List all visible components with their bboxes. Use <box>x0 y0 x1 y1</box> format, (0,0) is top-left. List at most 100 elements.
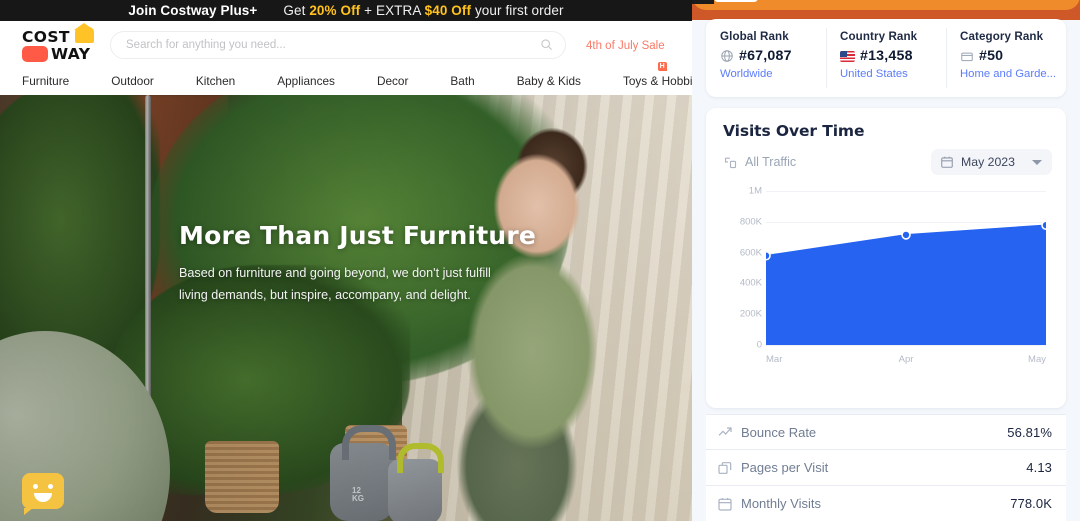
chat-smiley-eye-left-icon <box>33 484 38 489</box>
all-traffic-label: All Traffic <box>745 155 797 169</box>
hero-text-block: More Than Just Furniture Based on furnit… <box>179 221 579 306</box>
country-rank-value: #13,458 <box>860 48 913 64</box>
search-input[interactable] <box>110 30 566 59</box>
briefcase-icon <box>961 52 973 62</box>
nav-item-furniture[interactable]: Furniture <box>22 74 69 88</box>
promo-tail-text: your first order <box>474 3 564 18</box>
fourth-of-july-sale-link[interactable]: 4th of July Sale <box>586 40 665 52</box>
site-header: COST WAY 4th of July Sale H Furniture Ou… <box>0 21 692 95</box>
promo-get-word: Get <box>283 3 306 18</box>
visits-over-time-card: Visits Over Time All Traffic May 2023 0 … <box>706 108 1066 408</box>
hero-title: More Than Just Furniture <box>179 221 537 250</box>
hero-overlay-veil <box>0 95 692 521</box>
date-range-dropdown[interactable]: May 2023 <box>930 149 1052 175</box>
chart-x-tick-label: Mar <box>766 354 783 365</box>
pages-icon <box>714 460 736 476</box>
global-rank-link[interactable]: Worldwide <box>720 68 826 80</box>
chart-y-tick-label: 200K <box>739 308 762 320</box>
promo-40-off: $40 Off <box>424 3 472 18</box>
global-rank-label: Global Rank <box>720 30 789 43</box>
global-rank-column[interactable]: Global Rank #67,087 Worldwide <box>706 19 826 97</box>
hero-subtitle: Based on furniture and going beyond, we … <box>179 262 579 306</box>
metric-value-bounce-rate: 56.81% <box>1007 424 1052 440</box>
costway-logo[interactable]: COST WAY <box>22 22 96 63</box>
traffic-source-icon <box>724 157 737 168</box>
trend-arrow-icon <box>714 424 736 440</box>
metric-row-bounce-rate[interactable]: Bounce Rate 56.81% <box>706 414 1066 450</box>
category-nav: Furniture Outdoor Kitchen Appliances Dec… <box>0 68 692 94</box>
visits-area-chart: 0 200K 400K 600K 800K 1M Mar Apr May <box>718 186 1054 369</box>
hero-subtitle-line1: Based on furniture and going beyond, we … <box>179 266 491 280</box>
panel-top-dark-edge <box>692 0 714 4</box>
date-range-value: May 2023 <box>960 155 1015 169</box>
header-top-row: COST WAY 4th of July Sale H <box>0 21 692 71</box>
logo-red-block-icon <box>22 45 48 62</box>
all-traffic-selector[interactable]: All Traffic <box>723 155 796 170</box>
website-viewport: Join Costway Plus+ Get 20% Off + EXTRA $… <box>0 0 692 521</box>
chart-x-tick-label: May <box>1028 354 1046 365</box>
globe-icon <box>721 50 733 62</box>
us-flag-icon <box>840 50 855 62</box>
category-rank-value-row: #50 <box>960 48 1066 64</box>
nav-item-appliances[interactable]: Appliances <box>277 74 335 88</box>
category-rank-link[interactable]: Home and Garde... <box>960 68 1066 80</box>
metric-row-pages-per-visit[interactable]: Pages per Visit 4.13 <box>706 450 1066 486</box>
chart-y-tick-label: 0 <box>756 339 762 351</box>
similarweb-extension-panel: Global Rank #67,087 Worldwide Country Ra… <box>692 0 1080 521</box>
search-container <box>110 30 566 59</box>
country-rank-value-row: #13,458 <box>840 48 946 64</box>
promo-20-off: 20% Off <box>309 3 361 18</box>
nav-item-kitchen[interactable]: Kitchen <box>196 74 235 88</box>
promo-offer-text: Get 20% Off + EXTRA $40 Off your first o… <box>283 3 563 18</box>
nav-item-decor[interactable]: Decor <box>377 74 408 88</box>
nav-item-bath[interactable]: Bath <box>450 74 474 88</box>
calendar-icon <box>714 496 736 512</box>
chart-y-tick-label: 1M <box>748 185 762 197</box>
metric-label-pages-per-visit: Pages per Visit <box>741 460 829 475</box>
metric-row-monthly-visits[interactable]: Monthly Visits 778.0K <box>706 486 1066 521</box>
metric-value-monthly-visits: 778.0K <box>1010 496 1052 511</box>
chart-y-tick-label: 400K <box>739 277 762 289</box>
chart-gridline <box>766 345 1046 346</box>
global-rank-value-row: #67,087 <box>720 48 826 64</box>
metric-label-bounce-rate: Bounce Rate <box>741 424 817 440</box>
metric-value-pages-per-visit: 4.13 <box>1026 460 1052 475</box>
promo-extra-word: + EXTRA <box>364 3 421 18</box>
chart-x-tick-label: Apr <box>898 354 914 365</box>
panel-top-white-chip <box>714 0 758 2</box>
logo-way-text: WAY <box>51 44 91 63</box>
hero-banner[interactable]: 12 KG More Than Just Furniture Based on … <box>0 95 692 521</box>
logo-cost-text: COST <box>22 27 70 46</box>
chart-y-tick-label: 600K <box>739 247 762 259</box>
country-rank-link[interactable]: United States <box>840 68 946 80</box>
chevron-down-icon[interactable] <box>1032 159 1042 165</box>
chat-widget-button[interactable] <box>22 473 64 515</box>
metric-label-monthly-visits: Monthly Visits <box>741 496 821 511</box>
calendar-icon <box>941 156 953 168</box>
promo-banner[interactable]: Join Costway Plus+ Get 20% Off + EXTRA $… <box>0 0 692 21</box>
rank-summary-card: Global Rank #67,087 Worldwide Country Ra… <box>706 19 1066 97</box>
country-rank-column[interactable]: Country Rank #13,458 United States <box>826 19 946 97</box>
category-rank-label: Category Rank <box>960 30 1044 43</box>
search-icon[interactable] <box>540 38 553 51</box>
logo-house-icon <box>74 22 94 43</box>
hot-badge: H <box>657 61 667 71</box>
nav-item-outdoor[interactable]: Outdoor <box>111 74 154 88</box>
visits-controls-row: All Traffic May 2023 <box>706 140 1066 175</box>
country-rank-label: Country Rank <box>840 30 918 43</box>
global-rank-value: #67,087 <box>739 48 792 64</box>
promo-link-wrap: 4th of July Sale H <box>580 36 667 71</box>
panel-top-orange-banner <box>692 0 1080 20</box>
chart-data-points <box>766 220 1046 261</box>
chart-y-tick-label: 800K <box>739 216 762 228</box>
category-rank-column[interactable]: Category Rank #50 Home and Garde... <box>946 19 1066 97</box>
chat-smiley-eye-right-icon <box>48 484 53 489</box>
chat-smiley-mouth-icon <box>34 493 52 502</box>
visits-over-time-title: Visits Over Time <box>723 122 865 140</box>
category-rank-value: #50 <box>979 48 1004 64</box>
metrics-list: Bounce Rate 56.81% Pages per Visit 4.13 <box>706 414 1066 521</box>
nav-item-toys-hobbies[interactable]: Toys & Hobbies <box>623 74 692 88</box>
hero-subtitle-line2: living demands, but inspire, accompany, … <box>179 288 471 302</box>
promo-join-text: Join Costway Plus+ <box>128 3 258 18</box>
nav-item-baby-kids[interactable]: Baby & Kids <box>517 74 581 88</box>
